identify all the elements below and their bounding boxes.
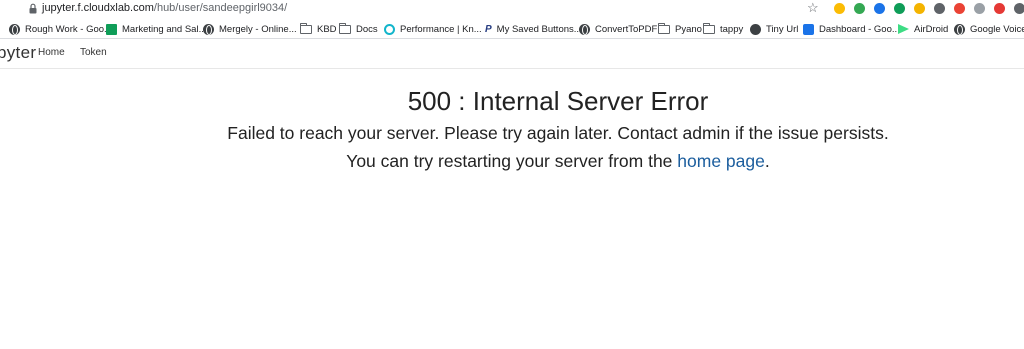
folder-icon: [703, 22, 715, 34]
bookmark-airdroid[interactable]: AirDroid: [898, 22, 948, 36]
bookmark-star-icon[interactable]: ☆: [807, 1, 819, 15]
bookmark-folder-kbd[interactable]: KBD: [300, 22, 337, 36]
jupyter-header: pyter Home Token: [0, 39, 1024, 69]
chrome-extension-icon-9[interactable]: [994, 3, 1005, 14]
chrome-extension-icon-7[interactable]: [954, 3, 965, 14]
bookmark-label: tappy: [720, 23, 744, 35]
chrome-extension-icon-6[interactable]: [934, 3, 945, 14]
bookmark-performance[interactable]: Performance | Kn...: [384, 22, 482, 36]
bookmark-rough-work[interactable]: Rough Work - Goo...: [9, 22, 112, 36]
chrome-extension-icon-8[interactable]: [974, 3, 985, 14]
folder-icon: [339, 22, 351, 34]
paypal-icon: P: [485, 23, 492, 35]
globe-icon: [750, 23, 761, 35]
restart-prefix: You can try restarting your server from …: [346, 151, 678, 171]
restart-hint: You can try restarting your server from …: [0, 150, 1024, 172]
bookmark-label: Marketing and Sal...: [122, 23, 207, 35]
airdroid-icon: [898, 24, 909, 34]
folder-icon: [658, 22, 670, 34]
bookmark-google-voice[interactable]: Google Voice -: [954, 22, 1024, 36]
sheets-icon: [106, 23, 117, 35]
globe-icon: [954, 23, 965, 35]
error-title: 500 : Internal Server Error: [407, 86, 709, 116]
bookmark-label: Dashboard - Goo...: [819, 23, 900, 35]
bookmark-label: KBD: [317, 23, 337, 35]
bookmark-label: Pyano: [675, 23, 702, 35]
bookmark-label: Tiny Url: [766, 23, 799, 35]
bookmark-label: My Saved Buttons...: [496, 23, 582, 35]
chrome-extension-icon-5[interactable]: [914, 3, 925, 14]
bookmark-converttopdf[interactable]: ConvertToPDF: [579, 22, 657, 36]
performance-icon: [384, 23, 395, 35]
bookmark-marketing[interactable]: Marketing and Sal...: [106, 22, 207, 36]
globe-icon: [579, 23, 590, 35]
chrome-extension-icon-2[interactable]: [854, 3, 865, 14]
error-message: Failed to reach your server. Please try …: [227, 123, 889, 143]
bookmark-label: Performance | Kn...: [400, 23, 482, 35]
bookmark-dashboard[interactable]: Dashboard - Goo...: [803, 22, 900, 36]
bookmark-saved-buttons[interactable]: P My Saved Buttons...: [485, 22, 582, 36]
folder-icon: [300, 22, 312, 34]
bookmark-label: AirDroid: [914, 23, 949, 35]
url-host: jupyter.f.cloudxlab.com: [42, 2, 154, 14]
chrome-extension-icon-4[interactable]: [894, 3, 905, 14]
bookmark-label: Rough Work - Goo...: [25, 23, 112, 35]
globe-icon: [203, 23, 214, 35]
url-path: /hub/user/sandeepgirl9034/: [153, 2, 288, 14]
bookmark-mergely[interactable]: Mergely - Online...: [203, 22, 297, 36]
home-page-link[interactable]: home page: [677, 151, 765, 171]
address-bar[interactable]: jupyter.f.cloudxlab.com/hub/user/sandeep…: [0, 0, 1024, 18]
chrome-extension-icon-10[interactable]: [1014, 3, 1024, 14]
bookmark-label: Mergely - Online...: [219, 23, 297, 35]
globe-icon: [9, 23, 20, 35]
bookmark-folder-tappy[interactable]: tappy: [703, 22, 743, 36]
chrome-extension-icon-1[interactable]: [834, 3, 845, 14]
nav-token[interactable]: Token: [80, 47, 107, 58]
bookmark-folder-docs[interactable]: Docs: [339, 22, 378, 36]
bookmarks-bar: Rough Work - Goo... Marketing and Sal...…: [0, 18, 1024, 39]
dashboard-icon: [803, 23, 814, 35]
url-text[interactable]: jupyter.f.cloudxlab.com/hub/user/sandeep…: [42, 2, 287, 15]
restart-suffix: .: [764, 151, 770, 171]
bookmark-label: Google Voice -: [970, 23, 1024, 35]
lock-icon[interactable]: [29, 3, 37, 14]
jupyter-logo[interactable]: pyter: [0, 43, 36, 63]
bookmark-tiny-url[interactable]: Tiny Url: [750, 22, 798, 36]
nav-home[interactable]: Home: [38, 47, 65, 58]
bookmark-folder-pyano[interactable]: Pyano: [658, 22, 702, 36]
bookmark-label: Docs: [356, 23, 378, 35]
bookmark-label: ConvertToPDF: [595, 23, 658, 35]
chrome-extension-icon-3[interactable]: [874, 3, 885, 14]
